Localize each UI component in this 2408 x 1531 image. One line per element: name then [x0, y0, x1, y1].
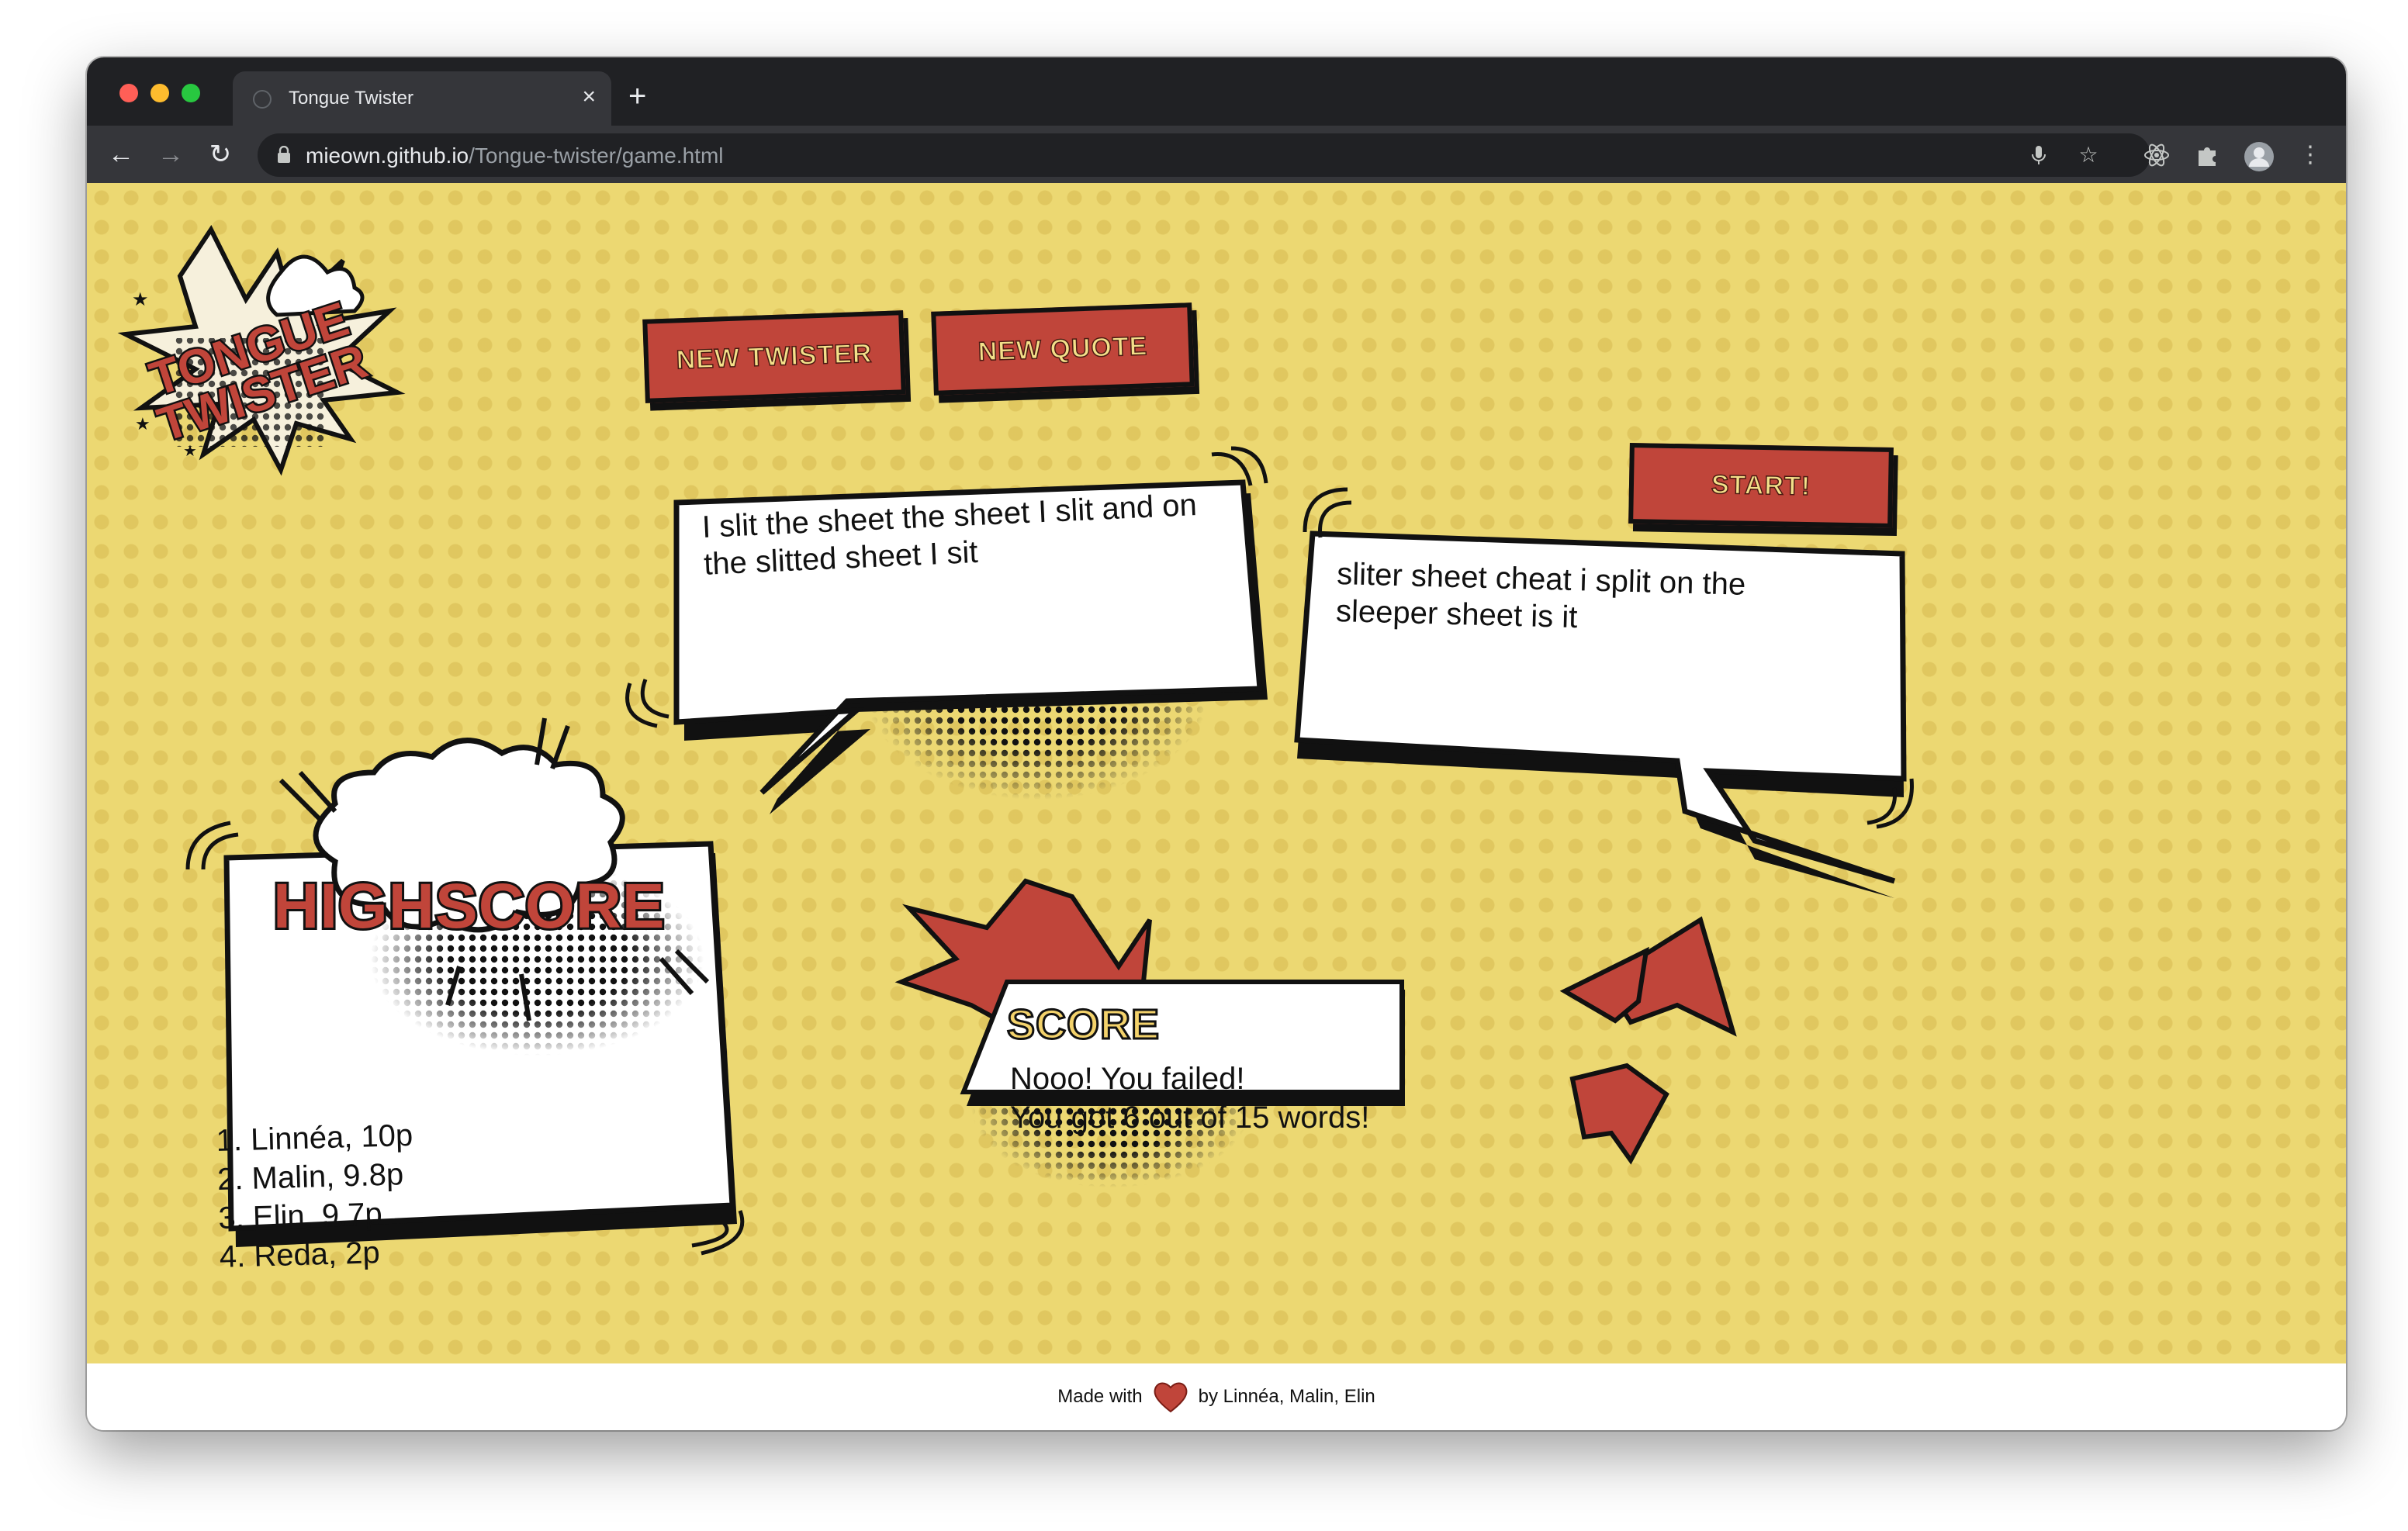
new-tab-button[interactable]: +: [628, 81, 646, 112]
bookmark-star-icon[interactable]: ☆: [2076, 143, 2101, 168]
browser-menu-icon[interactable]: ⋮: [2296, 141, 2324, 169]
browser-toolbar: ← → ↻ mieown.github.io/Tongue-twister/ga…: [87, 126, 2346, 183]
close-window-button[interactable]: [119, 84, 138, 102]
svg-text:★: ★: [183, 443, 197, 460]
game-page: TONGUE TWISTER ★ ★ ★ HIGHSCORE NEW TWIST…: [87, 183, 2346, 1363]
extensions-puzzle-icon[interactable]: [2194, 141, 2222, 169]
highscore-entry-2: 2. Malin, 9.8p: [216, 1157, 404, 1197]
back-button[interactable]: ←: [104, 133, 138, 175]
arrow-icon: [1569, 1063, 1669, 1165]
comic-art: TONGUE TWISTER ★ ★ ★ HIGHSCORE: [117, 225, 1914, 1256]
tab-title: Tongue Twister: [289, 88, 413, 109]
address-bar[interactable]: mieown.github.io/Tongue-twister/game.htm…: [258, 133, 2150, 177]
logo: TONGUE TWISTER ★ ★ ★: [117, 225, 406, 476]
spoken-text: sliter sheet cheat i split on the sleepe…: [1335, 555, 1746, 641]
new-twister-button[interactable]: NEW TWISTER: [642, 310, 906, 403]
browser-tab[interactable]: Tongue Twister ×: [233, 71, 611, 126]
highscore-entry-1: 1. Linnéa, 10p: [216, 1118, 413, 1158]
highscore-title: HIGHSCORE: [273, 871, 666, 942]
footer-credits: by Linnéa, Malin, Elin: [1198, 1386, 1375, 1407]
highscore-list: 1. Linnéa, 10p 2. Malin, 9.8p 3. Elin, 9…: [216, 1116, 417, 1277]
highscore-entry-3: 3. Elin, 9.7p: [217, 1197, 383, 1236]
score-label: SCORE: [1005, 1001, 1161, 1049]
minimize-window-button[interactable]: [150, 84, 169, 102]
lock-icon: [278, 146, 290, 163]
url-text: mieown.github.io/Tongue-twister/game.htm…: [306, 143, 724, 168]
score-message: Nooo! You failed! You got 6 out of 15 wo…: [1010, 1059, 1369, 1137]
start-button[interactable]: START!: [1628, 443, 1894, 528]
microphone-icon[interactable]: [2026, 143, 2051, 168]
footer: Made with by Linnéa, Malin, Elin: [87, 1363, 2346, 1430]
footer-made-with: Made with: [1057, 1386, 1143, 1407]
new-quote-button[interactable]: NEW QUOTE: [931, 302, 1195, 396]
svg-text:★: ★: [132, 289, 149, 310]
profile-avatar-icon[interactable]: [2244, 141, 2274, 171]
forward-button[interactable]: →: [154, 133, 188, 175]
reload-button[interactable]: ↻: [203, 133, 237, 175]
title-bar: Tongue Twister × +: [87, 57, 2346, 126]
heart-icon: [1154, 1382, 1188, 1413]
score-line-1: Nooo! You failed!: [1010, 1062, 1245, 1096]
score-line-2: You got 6 out of 15 words!: [1010, 1101, 1370, 1135]
react-devtools-icon[interactable]: [2143, 141, 2171, 169]
arrows: [1559, 916, 1737, 1165]
tab-close-icon[interactable]: ×: [582, 84, 596, 110]
favicon-icon: [253, 90, 272, 109]
svg-text:★: ★: [135, 414, 150, 434]
browser-window: Tongue Twister × + ← → ↻ mieown.github.i…: [87, 57, 2346, 1430]
spoken-bubble: [1294, 487, 1914, 898]
highscore-entry-4: 4. Reda, 2p: [219, 1236, 381, 1274]
maximize-window-button[interactable]: [182, 84, 200, 102]
